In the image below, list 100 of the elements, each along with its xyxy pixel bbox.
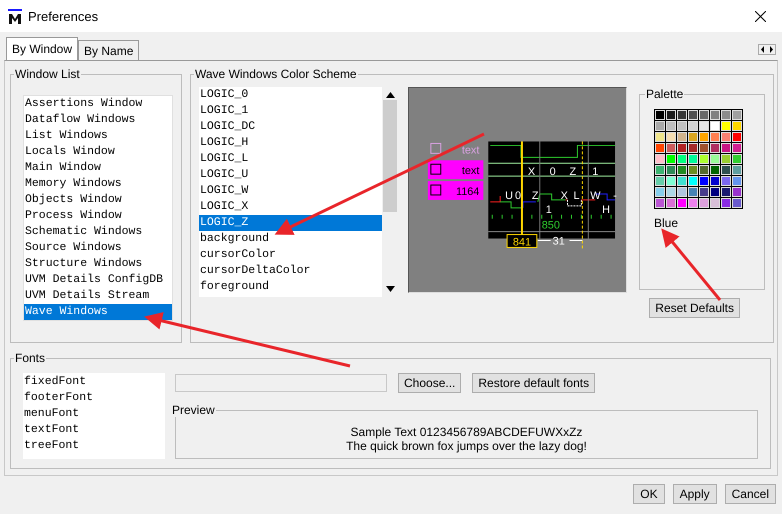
color-swatch[interactable]	[732, 198, 742, 208]
color-swatch[interactable]	[688, 143, 698, 153]
list-item[interactable]: Objects Window	[24, 192, 172, 208]
color-swatch[interactable]	[655, 176, 665, 186]
color-swatch[interactable]	[666, 121, 676, 131]
list-item[interactable]: Schematic Windows	[24, 224, 172, 240]
color-swatch[interactable]	[688, 176, 698, 186]
color-swatch[interactable]	[699, 110, 709, 120]
list-item[interactable]: fixedFont	[23, 374, 165, 390]
color-swatch[interactable]	[721, 121, 731, 131]
color-swatch[interactable]	[721, 154, 731, 164]
list-item[interactable]: background	[199, 231, 382, 247]
color-swatch[interactable]	[655, 154, 665, 164]
color-swatch[interactable]	[677, 176, 687, 186]
color-swatch[interactable]	[677, 132, 687, 142]
list-item[interactable]: List Windows	[24, 128, 172, 144]
list-item[interactable]: Structure Windows	[24, 256, 172, 272]
color-swatch[interactable]	[710, 154, 720, 164]
color-swatch[interactable]	[699, 121, 709, 131]
list-item[interactable]: footerFont	[23, 390, 165, 406]
list-item[interactable]: LOGIC_W	[199, 183, 382, 199]
list-item[interactable]: LOGIC_H	[199, 135, 382, 151]
scroll-up-icon[interactable]	[386, 92, 394, 98]
font-field[interactable]	[175, 374, 387, 392]
color-swatch[interactable]	[732, 121, 742, 131]
color-swatch[interactable]	[710, 187, 720, 197]
color-swatch[interactable]	[732, 143, 742, 153]
color-swatch[interactable]	[655, 121, 665, 131]
color-swatch[interactable]	[721, 165, 731, 175]
color-swatch[interactable]	[666, 132, 676, 142]
color-swatch[interactable]	[710, 121, 720, 131]
color-swatch[interactable]	[666, 176, 676, 186]
color-swatch[interactable]	[666, 110, 676, 120]
color-swatch[interactable]	[732, 165, 742, 175]
list-item[interactable]: treeFont	[23, 438, 165, 454]
color-swatch[interactable]	[721, 143, 731, 153]
color-swatch[interactable]	[699, 154, 709, 164]
color-swatch[interactable]	[677, 121, 687, 131]
list-item[interactable]: Assertions Window	[24, 96, 172, 112]
color-swatch[interactable]	[677, 198, 687, 208]
color-swatch[interactable]	[732, 154, 742, 164]
color-swatch[interactable]	[732, 176, 742, 186]
tab[interactable]: By Window	[6, 37, 78, 60]
color-swatch[interactable]	[688, 198, 698, 208]
list-item[interactable]: cursorColor	[199, 247, 382, 263]
close-icon[interactable]	[755, 10, 766, 22]
color-swatch[interactable]	[666, 165, 676, 175]
color-swatch[interactable]	[688, 110, 698, 120]
color-swatch[interactable]	[655, 165, 665, 175]
list-item[interactable]: cursorDeltaColor	[199, 263, 382, 279]
color-swatch[interactable]	[710, 165, 720, 175]
restore-fonts-button[interactable]: Restore default fonts	[472, 373, 596, 393]
list-item[interactable]: Locals Window	[24, 144, 172, 160]
color-swatch[interactable]	[710, 198, 720, 208]
tab[interactable]: By Name	[78, 40, 140, 60]
dialog-button[interactable]: OK	[633, 484, 665, 504]
color-swatch[interactable]	[655, 187, 665, 197]
color-swatch[interactable]	[721, 132, 731, 142]
list-item[interactable]: LOGIC_L	[199, 151, 382, 167]
color-swatch[interactable]	[699, 132, 709, 142]
color-swatch[interactable]	[655, 143, 665, 153]
color-swatch[interactable]	[721, 187, 731, 197]
list-item[interactable]: UVM Details ConfigDB	[24, 272, 172, 288]
list-item[interactable]: Main Window	[24, 160, 172, 176]
color-swatch[interactable]	[721, 110, 731, 120]
list-item[interactable]: foreground	[199, 279, 382, 295]
list-item[interactable]: UVM Details Stream	[24, 288, 172, 304]
color-swatch[interactable]	[655, 198, 665, 208]
list-item[interactable]: Memory Windows	[24, 176, 172, 192]
list-item[interactable]: LOGIC_U	[199, 167, 382, 183]
color-swatch[interactable]	[688, 154, 698, 164]
color-swatch[interactable]	[666, 143, 676, 153]
color-swatch[interactable]	[677, 187, 687, 197]
color-swatch[interactable]	[655, 110, 665, 120]
list-item[interactable]: Wave Windows	[24, 304, 172, 320]
color-swatch[interactable]	[666, 198, 676, 208]
list-item[interactable]: LOGIC_1	[199, 103, 382, 119]
color-swatch[interactable]	[688, 187, 698, 197]
color-swatch[interactable]	[688, 165, 698, 175]
color-swatch[interactable]	[710, 176, 720, 186]
dialog-button[interactable]: Apply	[672, 484, 717, 504]
color-swatch[interactable]	[688, 121, 698, 131]
color-swatch[interactable]	[666, 154, 676, 164]
color-swatch[interactable]	[699, 165, 709, 175]
list-item[interactable]: Source Windows	[24, 240, 172, 256]
color-swatch[interactable]	[655, 132, 665, 142]
scroll-arrows-icon[interactable]	[758, 44, 776, 55]
reset-defaults-button[interactable]: Reset Defaults	[649, 298, 740, 318]
color-swatch[interactable]	[677, 110, 687, 120]
color-swatch[interactable]	[666, 187, 676, 197]
color-swatch[interactable]	[699, 187, 709, 197]
color-swatch[interactable]	[699, 198, 709, 208]
color-swatch[interactable]	[732, 110, 742, 120]
color-swatch[interactable]	[677, 143, 687, 153]
list-item[interactable]: textFont	[23, 422, 165, 438]
list-item[interactable]: menuFont	[23, 406, 165, 422]
color-swatch[interactable]	[710, 110, 720, 120]
color-swatch[interactable]	[710, 132, 720, 142]
color-swatch[interactable]	[688, 132, 698, 142]
list-item[interactable]: Dataflow Windows	[24, 112, 172, 128]
